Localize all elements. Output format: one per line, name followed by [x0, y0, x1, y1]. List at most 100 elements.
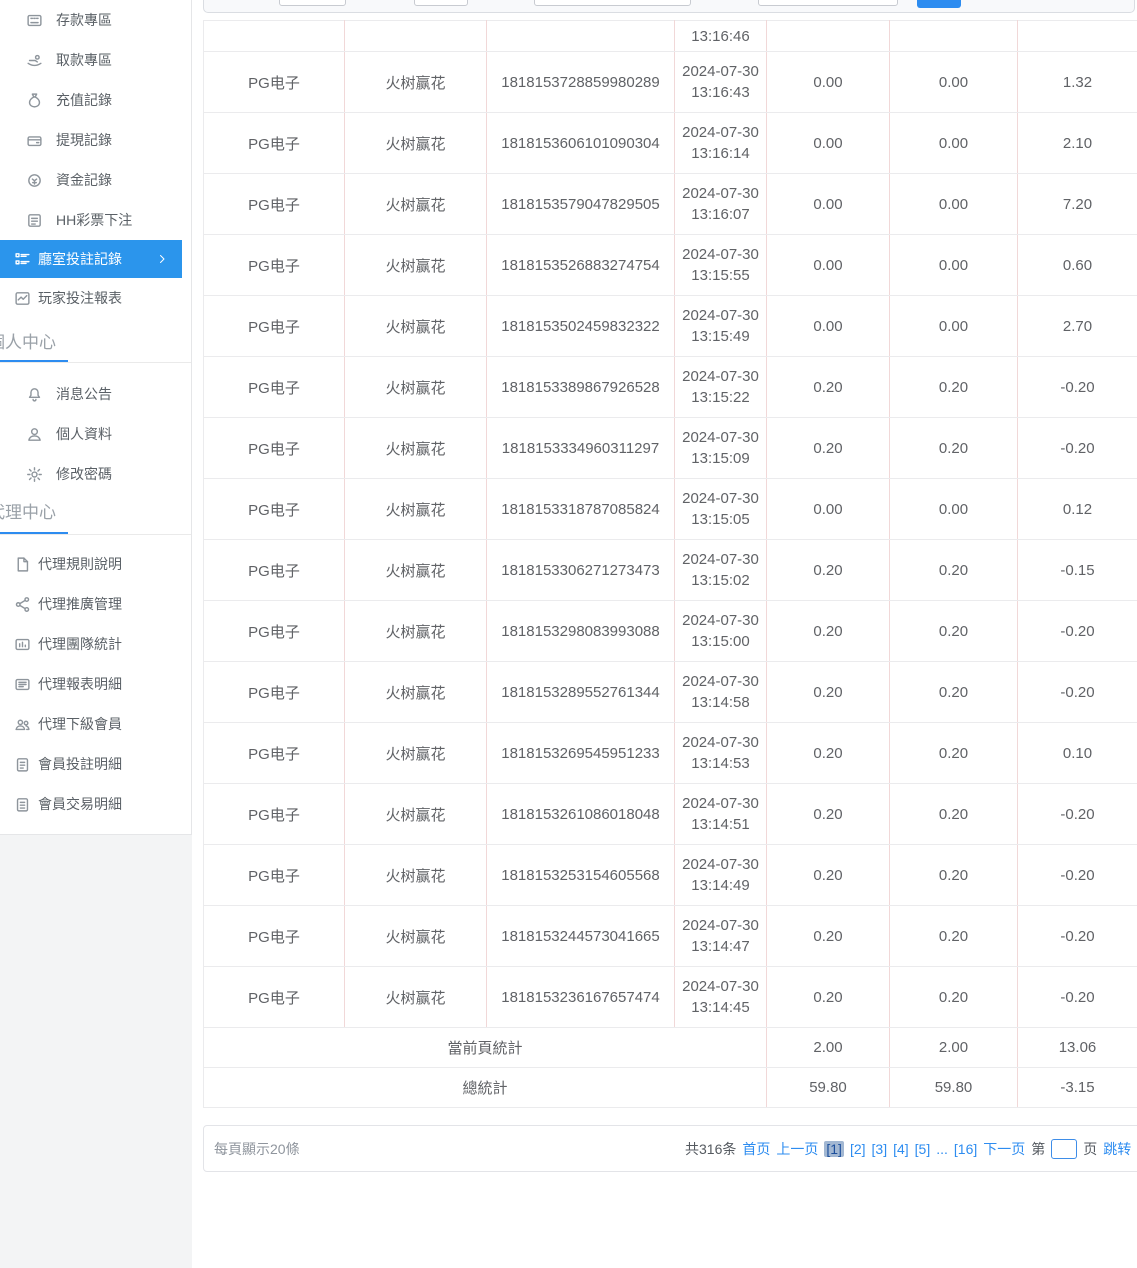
cell-valid-bet: 0.00: [890, 296, 1018, 357]
sidebar-item-money-bag[interactable]: 充值記錄: [0, 80, 182, 120]
summary-row-total: 總統計 59.80 59.80 -3.15: [204, 1068, 1137, 1108]
page-jump-input[interactable]: [1051, 1139, 1077, 1159]
summary-bet-amount: 59.80: [767, 1068, 890, 1108]
cell-game-type: PG电子: [204, 418, 345, 479]
cell-order-no: 1818153269545951233: [487, 723, 675, 784]
sidebar-item-label: HH彩票下注: [56, 210, 132, 230]
cell-game-type: PG电子: [204, 479, 345, 540]
member-bets-icon: [12, 754, 32, 774]
cell-game-name: 火树赢花: [345, 540, 487, 601]
cell-valid-bet: 0.20: [890, 662, 1018, 723]
table-row: PG电子 火树赢花 1818153306271273473 2024-07-30…: [204, 540, 1137, 601]
cell-game-type: PG电子: [204, 52, 345, 113]
cell-game-type: PG电子: [204, 967, 345, 1028]
page-link[interactable]: [3]: [872, 1141, 888, 1157]
money-bag-icon: [24, 90, 44, 110]
summary-win-loss: -3.15: [1018, 1068, 1137, 1108]
page-link[interactable]: [5]: [915, 1141, 931, 1157]
sidebar-item-report-detail[interactable]: 代理報表明細: [0, 664, 182, 704]
sidebar-item-label: 代理下級會員: [38, 714, 122, 734]
sidebar-item-label: 玩家投注報表: [38, 288, 122, 308]
cell-bet-time: 2024-07-30 13:15:49: [675, 296, 767, 357]
sidebar-item-team-stats[interactable]: 代理團隊統計: [0, 624, 182, 664]
sidebar-item-bell[interactable]: 消息公告: [0, 374, 182, 414]
cell-order-no: 1818153289552761344: [487, 662, 675, 723]
page-link[interactable]: [16]: [954, 1141, 977, 1157]
cell-valid-bet: 0.20: [890, 845, 1018, 906]
cell-win-loss: -0.20: [1018, 845, 1137, 906]
filter-input-3[interactable]: [534, 0, 691, 6]
cell-order-no: 1818153306271273473: [487, 540, 675, 601]
cell-valid-bet: 0.00: [890, 52, 1018, 113]
filter-input-1[interactable]: [279, 0, 346, 6]
room-bet-list-icon: [12, 249, 32, 269]
sidebar-item-member-transactions[interactable]: 會員交易明細: [0, 784, 182, 824]
filter-search-button[interactable]: [917, 0, 961, 8]
cell-bet-time: 2024-07-30 13:16:07: [675, 174, 767, 235]
page-link[interactable]: 上一页: [776, 1139, 818, 1159]
table-row: PG电子 火树赢花 1818153244573041665 2024-07-30…: [204, 906, 1137, 967]
cell-bet-time: 2024-07-30 13:15:09: [675, 418, 767, 479]
cell-game-type: PG电子: [204, 906, 345, 967]
sidebar-item-wallet[interactable]: 提現記錄: [0, 120, 182, 160]
cell-order-no: 1818153728859980289: [487, 52, 675, 113]
report-detail-icon: [12, 674, 32, 694]
page-link[interactable]: [2]: [850, 1141, 866, 1157]
cell-win-loss: -0.20: [1018, 418, 1137, 479]
sidebar-item-label: 會員投註明細: [38, 754, 122, 774]
sidebar-item-hand-money[interactable]: 取款專區: [0, 40, 182, 80]
cell-valid-bet: 0.20: [890, 540, 1018, 601]
cell-bet-time: 2024-07-30 13:15:55: [675, 235, 767, 296]
cell-order-no: 1818153334960311297: [487, 418, 675, 479]
page-link[interactable]: 下一页: [983, 1139, 1025, 1159]
sidebar-item-room-bet-list[interactable]: 廳室投註記錄: [0, 240, 182, 278]
sidebar-item-gear[interactable]: 修改密碼: [0, 454, 182, 494]
summary-label: 總統計: [204, 1068, 767, 1108]
section-divider: [0, 532, 191, 535]
summary-valid-bet: 59.80: [890, 1068, 1018, 1108]
cell-game-name: [345, 21, 487, 52]
cell-win-loss: -0.20: [1018, 601, 1137, 662]
cell-win-loss: 0.10: [1018, 723, 1137, 784]
share-icon: [12, 594, 32, 614]
filter-input-4[interactable]: [758, 0, 898, 6]
jump-button[interactable]: 跳转: [1103, 1139, 1131, 1159]
page-link[interactable]: 首页: [742, 1139, 770, 1159]
summary-row-current-page: 當前頁統計 2.00 2.00 13.06: [204, 1028, 1137, 1068]
cell-valid-bet: 0.20: [890, 967, 1018, 1028]
cell-valid-bet: 0.20: [890, 418, 1018, 479]
sidebar-item-member-bets[interactable]: 會員投註明細: [0, 744, 182, 784]
filter-input-2[interactable]: [414, 0, 468, 6]
cell-game-name: 火树赢花: [345, 418, 487, 479]
bet-records-table: 13:16:46 PG电子 火树赢花 1818153728859980289 2…: [203, 20, 1137, 1108]
cell-bet-time: 2024-07-30 13:14:53: [675, 723, 767, 784]
coins-icon: [24, 170, 44, 190]
cell-bet-amount: 0.20: [767, 418, 890, 479]
pager: 共316条 首页上一页[1][2][3][4][5]...[16]下一页 第 页…: [685, 1126, 1131, 1171]
cell-win-loss: 1.32: [1018, 52, 1137, 113]
cell-game-name: 火树赢花: [345, 601, 487, 662]
cell-win-loss: 2.70: [1018, 296, 1137, 357]
jump-suffix-label: 页: [1083, 1139, 1097, 1159]
per-page-label: 每頁顯示20條: [214, 1126, 300, 1171]
cell-bet-amount: 0.20: [767, 601, 890, 662]
sidebar-item-coins[interactable]: 資金記錄: [0, 160, 182, 200]
sidebar-item-label: 會員交易明細: [38, 794, 122, 814]
cell-game-type: PG电子: [204, 601, 345, 662]
cell-bet-amount: 0.20: [767, 906, 890, 967]
cell-bet-time: 2024-07-30 13:14:58: [675, 662, 767, 723]
sidebar-item-player-report[interactable]: 玩家投注報表: [0, 278, 182, 318]
sidebar-nav: 存款專區 取款專區 充值記錄 提現記錄 資金記錄 HH彩票下注 廳室投註記錄 玩…: [0, 0, 192, 835]
page-link-current[interactable]: [1]: [824, 1141, 844, 1157]
sidebar-item-members[interactable]: 代理下級會員: [0, 704, 182, 744]
page-link[interactable]: [4]: [893, 1141, 909, 1157]
cell-game-name: 火树赢花: [345, 784, 487, 845]
sidebar-item-deposit-machine[interactable]: 存款專區: [0, 0, 182, 40]
table-row: PG电子 火树赢花 1818153318787085824 2024-07-30…: [204, 479, 1137, 540]
filter-bar: [203, 0, 1135, 13]
sidebar-item-document[interactable]: 代理規則說明: [0, 544, 182, 584]
cell-game-name: 火树赢花: [345, 52, 487, 113]
sidebar-item-share[interactable]: 代理推廣管理: [0, 584, 182, 624]
sidebar-item-user[interactable]: 個人資料: [0, 414, 182, 454]
sidebar-item-lottery-list[interactable]: HH彩票下注: [0, 200, 182, 240]
